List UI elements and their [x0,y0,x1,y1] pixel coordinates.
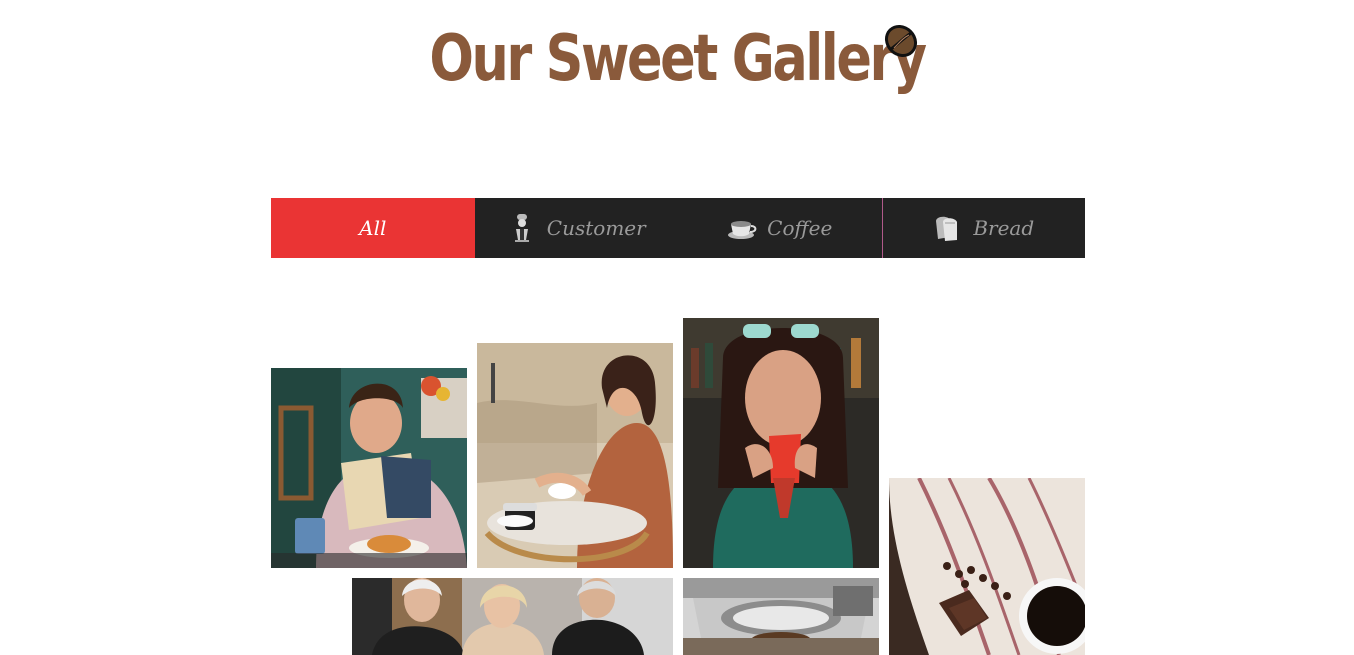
filter-tab-bread[interactable]: Bread [881,198,1086,258]
filter-tab-label: Coffee [767,216,833,240]
woman-smiling-image [477,343,673,568]
gallery-photo-coffee-chocolate[interactable] [889,478,1085,655]
man-reading-image [271,368,467,568]
coffee-chocolate-image [889,478,1085,655]
filter-tab-coffee[interactable]: Coffee [678,198,882,258]
gallery-photo-man-reading[interactable] [271,368,467,568]
coffee-bean-icon [884,24,918,58]
espresso-machine-image [683,578,879,655]
filter-tab-all[interactable]: All [271,198,475,258]
gallery-photo-woman-smiling[interactable] [477,343,673,568]
filter-bar: All Customer Coffee Bread [271,198,1085,258]
bread-icon [936,216,958,241]
gallery-photo-espresso-machine[interactable] [683,578,879,655]
filter-tab-customer[interactable]: Customer [475,198,679,258]
woman-red-cup-image [683,318,879,568]
seniors-image [352,578,673,655]
gallery-photo-woman-red-cup[interactable] [683,318,879,568]
filter-tab-label: All [359,216,387,240]
filter-tab-label: Bread [973,216,1035,240]
barista-icon [514,214,529,242]
filter-tab-label: Customer [546,216,646,240]
coffee-cup-icon [728,221,757,239]
gallery-photo-seniors[interactable] [352,578,673,655]
gallery-page: Our Sweet Gallery All Customer Coffee Br… [0,0,1354,655]
page-title: Our Sweet Gallery [429,22,927,96]
